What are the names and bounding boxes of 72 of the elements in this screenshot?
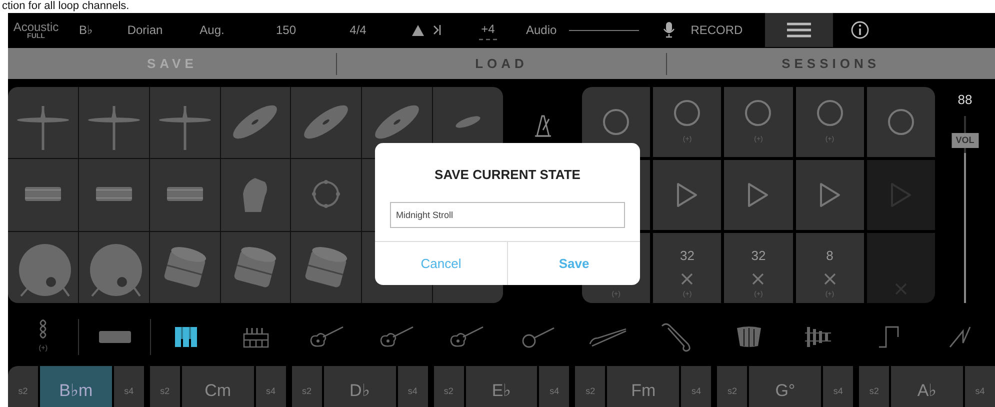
- xylophone-icon[interactable]: [805, 325, 834, 349]
- key-selector[interactable]: B♭: [64, 21, 108, 39]
- chord-button[interactable]: G°: [749, 366, 822, 407]
- record-circle-icon[interactable]: [744, 98, 772, 127]
- tempo-field[interactable]: 150: [242, 21, 330, 39]
- chord-variant-button[interactable]: s2: [8, 366, 38, 407]
- save-button[interactable]: Save: [507, 242, 640, 285]
- chord-variant-button[interactable]: s4: [256, 366, 286, 407]
- audio-label: Audio: [526, 22, 557, 39]
- caption-text: ction for all loop channels.: [1, 0, 130, 13]
- clear-icon[interactable]: [822, 272, 837, 286]
- loop-length: 32: [680, 248, 695, 262]
- banjo-icon[interactable]: [520, 325, 556, 349]
- microphone-icon: [662, 22, 675, 38]
- record-circle-icon[interactable]: [816, 98, 844, 127]
- clear-icon[interactable]: [751, 272, 766, 286]
- loop-length: 8: [826, 248, 834, 262]
- sawtooth-wave-icon[interactable]: [948, 325, 971, 349]
- record-circle-icon[interactable]: [673, 98, 702, 127]
- chord-button[interactable]: Cm: [182, 366, 254, 407]
- mode-selector[interactable]: Dorian: [108, 21, 182, 39]
- play-icon[interactable]: [675, 181, 700, 209]
- cancel-button[interactable]: Cancel: [375, 242, 507, 285]
- metronome-icon[interactable]: [534, 115, 552, 137]
- chord-variant-button[interactable]: s2: [717, 366, 748, 407]
- square-wave-icon[interactable]: [878, 325, 900, 349]
- chord-type-selector[interactable]: Aug.: [182, 21, 242, 39]
- tab[interactable]: SESSIONS: [666, 52, 995, 74]
- organ-icon[interactable]: [243, 326, 270, 348]
- chord-button[interactable]: D♭: [324, 366, 396, 407]
- name-input-field[interactable]: Midnight Stroll: [390, 202, 625, 228]
- record-circle-icon[interactable]: [886, 108, 915, 136]
- chord-button[interactable]: Fm: [607, 366, 680, 407]
- guitar-icon[interactable]: [449, 325, 486, 349]
- chord-variant-button[interactable]: s4: [965, 366, 995, 407]
- record-button[interactable]: RECORD: [662, 21, 763, 39]
- volume-slider[interactable]: VOL: [946, 116, 984, 303]
- play-icon[interactable]: [818, 181, 842, 209]
- chord-variant-button[interactable]: s4: [681, 366, 712, 407]
- chord-button[interactable]: B♭m: [40, 366, 112, 407]
- chord-variant-button[interactable]: s2: [150, 366, 180, 407]
- guitar-icon[interactable]: [308, 325, 345, 349]
- chord-button[interactable]: A♭: [891, 366, 964, 407]
- skip-end-icon[interactable]: [432, 24, 442, 36]
- play-icon[interactable]: [746, 181, 770, 209]
- transpose-control[interactable]: +4: [466, 20, 510, 40]
- menu-icon: [786, 22, 811, 38]
- chord-button[interactable]: E♭: [466, 366, 538, 407]
- metronome-icon[interactable]: [410, 24, 426, 36]
- chord-variant-button[interactable]: s2: [575, 366, 606, 407]
- clear-icon[interactable]: [680, 272, 694, 286]
- menu-button[interactable]: [764, 13, 833, 47]
- dashes-icon: [479, 38, 497, 40]
- piano-keys-icon[interactable]: [174, 327, 197, 347]
- horn-icon[interactable]: [588, 327, 628, 347]
- guitar-icon[interactable]: [378, 325, 415, 349]
- info-icon: [851, 21, 870, 39]
- chord-variant-button[interactable]: s4: [114, 366, 144, 407]
- slider-handle[interactable]: VOL: [952, 133, 978, 148]
- accordion-icon[interactable]: [736, 326, 762, 348]
- bar-icon[interactable]: [98, 331, 131, 343]
- time-signature-selector[interactable]: 4/4: [330, 21, 386, 39]
- chord-variant-button[interactable]: s4: [398, 366, 428, 407]
- tab[interactable]: LOAD: [337, 52, 666, 74]
- loop-length: 32: [751, 248, 766, 262]
- dialog-title: SAVE CURRENT STATE: [434, 166, 582, 184]
- volume-value: 88: [958, 91, 972, 109]
- chord-variant-button[interactable]: s4: [539, 366, 570, 407]
- chord-variant-button[interactable]: s4: [823, 366, 854, 407]
- chord-variant-button[interactable]: s2: [859, 366, 890, 407]
- chord-variant-button[interactable]: s2: [292, 366, 322, 407]
- chord-variant-button[interactable]: s2: [434, 366, 464, 407]
